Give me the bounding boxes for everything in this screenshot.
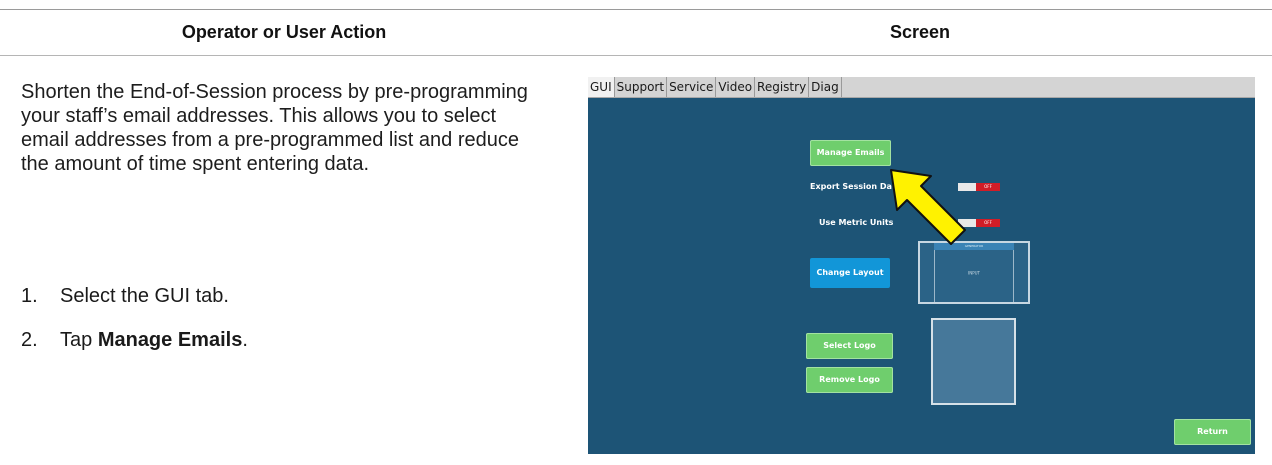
table-top-rule bbox=[0, 9, 1272, 10]
arrow-shape bbox=[890, 169, 966, 245]
return-button[interactable]: Return bbox=[1174, 419, 1251, 445]
screen-mockup: GUI Support Service Video Registry Diag … bbox=[588, 77, 1255, 454]
pointer-arrow-icon bbox=[890, 169, 966, 245]
select-logo-button[interactable]: Select Logo bbox=[806, 333, 893, 359]
step-1: 1. Select the GUI tab. bbox=[21, 285, 229, 308]
toggle-off-label: OFF bbox=[976, 219, 1000, 227]
instruction-text: Shorten the End-of-Session process by pr… bbox=[21, 81, 528, 175]
header-divider bbox=[0, 55, 1272, 56]
column-header-action: Operator or User Action bbox=[181, 22, 387, 42]
column-header-screen: Screen bbox=[889, 22, 951, 42]
step-text-suffix: . bbox=[242, 329, 248, 351]
step-number: 2. bbox=[21, 329, 38, 351]
layout-preview-center: INPUT bbox=[968, 270, 980, 275]
tab-bar: GUI Support Service Video Registry Diag bbox=[588, 77, 1255, 98]
logo-preview-box bbox=[931, 318, 1016, 405]
step-text-prefix: Tap bbox=[60, 329, 98, 351]
change-layout-button[interactable]: Change Layout bbox=[810, 258, 890, 288]
tab-gui[interactable]: GUI bbox=[588, 77, 615, 97]
step-text: Select the GUI tab. bbox=[60, 285, 229, 307]
export-session-label: Export Session Da bbox=[810, 182, 892, 191]
step-text-bold: Manage Emails bbox=[97, 329, 243, 351]
tab-video[interactable]: Video bbox=[716, 77, 756, 97]
step-number: 1. bbox=[21, 285, 38, 307]
tab-registry[interactable]: Registry bbox=[755, 77, 810, 97]
toggle-off-label: OFF bbox=[976, 183, 1000, 191]
step-2: 2. Tap Manage Emails. bbox=[21, 329, 248, 352]
instruction-paragraph: Shorten the End-of-Session process by pr… bbox=[21, 80, 536, 176]
tab-support[interactable]: Support bbox=[615, 77, 668, 97]
layout-preview-right bbox=[1013, 250, 1028, 302]
tab-service[interactable]: Service bbox=[667, 77, 717, 97]
remove-logo-button[interactable]: Remove Logo bbox=[806, 367, 893, 393]
manage-emails-button[interactable]: Manage Emails bbox=[810, 140, 891, 166]
layout-preview-left bbox=[920, 250, 935, 302]
tab-diag[interactable]: Diag bbox=[809, 77, 842, 97]
